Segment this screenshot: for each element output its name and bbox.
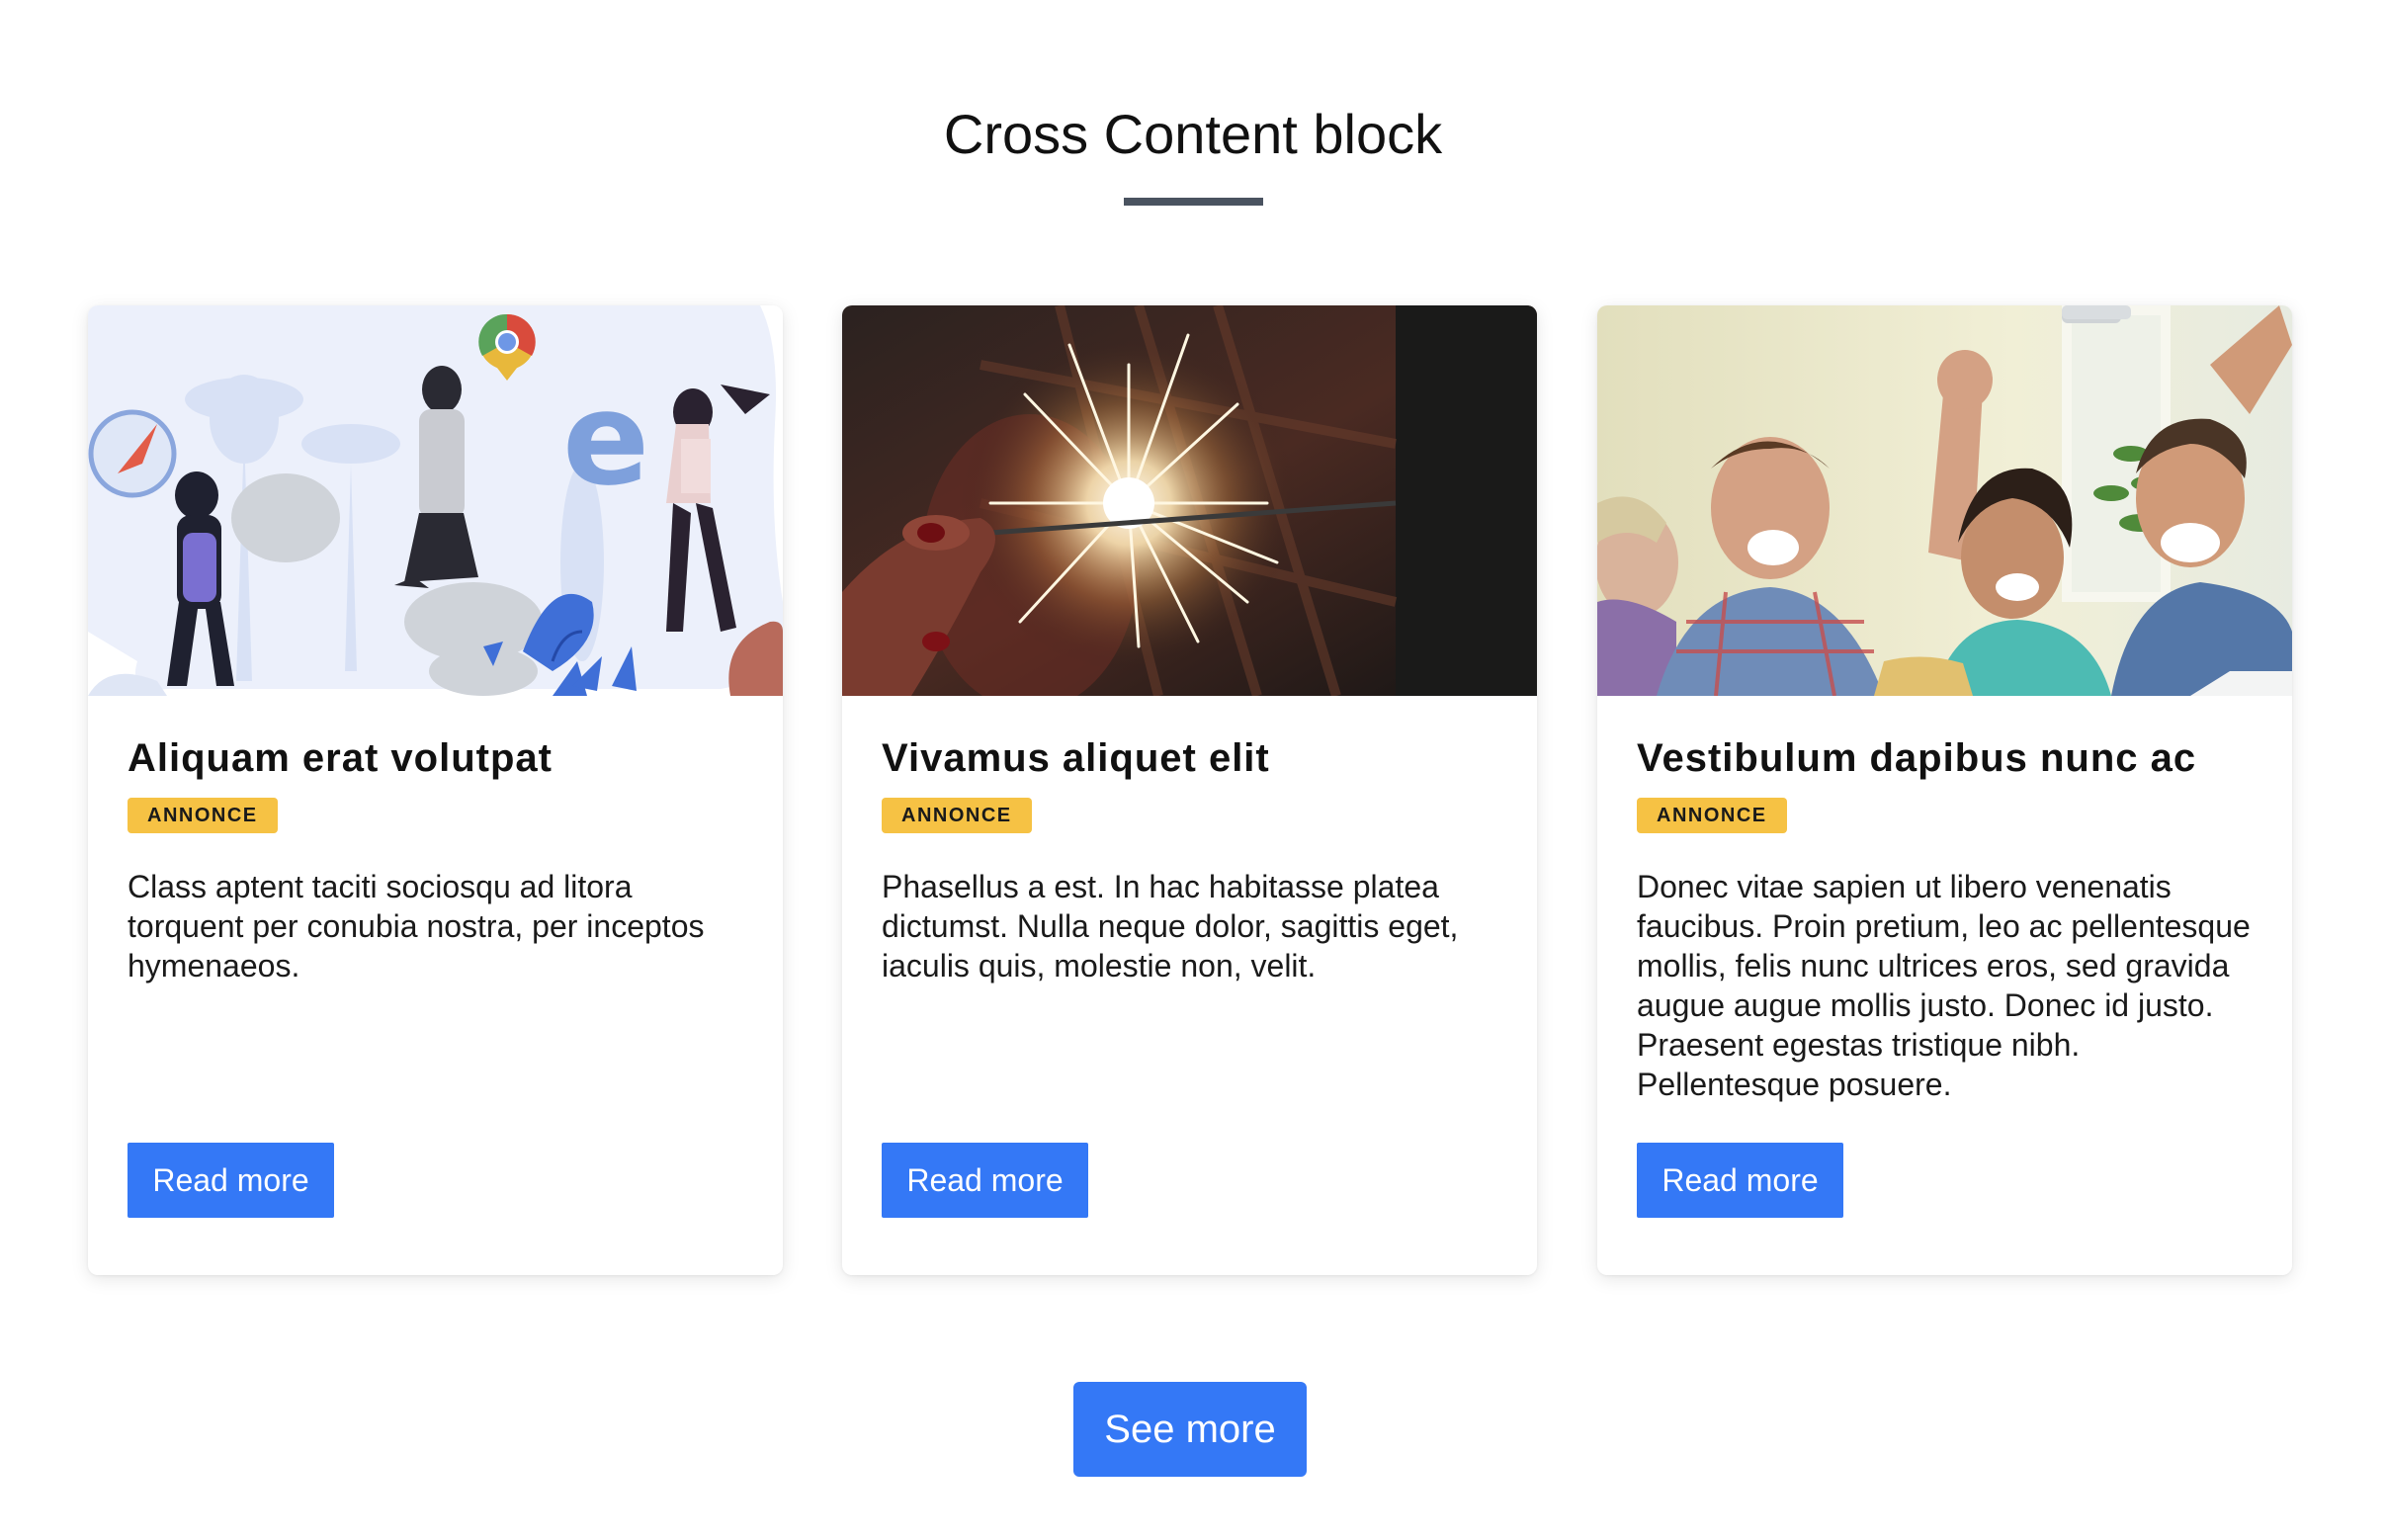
card-title: Aliquam erat volutpat: [128, 736, 553, 780]
read-more-button[interactable]: Read more: [1637, 1143, 1843, 1218]
svg-text:e: e: [562, 364, 649, 514]
read-more-button[interactable]: Read more: [128, 1143, 334, 1218]
see-more-button[interactable]: See more: [1073, 1382, 1307, 1477]
card-badge: ANNONCE: [128, 798, 278, 833]
read-more-button[interactable]: Read more: [882, 1143, 1088, 1218]
card-description: Donec vitae sapien ut libero venenatis f…: [1637, 869, 2251, 1102]
section-title: Cross Content block: [943, 103, 1443, 165]
content-card: Vivamus aliquet elit ANNONCE Phasellus a…: [842, 305, 1537, 1275]
card-description: Phasellus a est. In hac habitasse platea…: [882, 869, 1459, 984]
friends-selfie-photo: [1597, 305, 2292, 696]
card-title: Vivamus aliquet elit: [882, 736, 1270, 780]
title-underline: [1124, 198, 1263, 206]
sparkler-photo: [842, 305, 1537, 696]
browser-illustration-image: e: [88, 305, 783, 696]
card-badge: ANNONCE: [1637, 798, 1787, 833]
card-description: Class aptent taciti sociosqu ad litora t…: [128, 869, 705, 984]
content-card: Vestibulum dapibus nunc ac ANNONCE Donec…: [1597, 305, 2292, 1275]
card-title: Vestibulum dapibus nunc ac: [1637, 736, 2197, 780]
content-card: e Aliquam erat volutpat ANNONCE Class ap…: [88, 305, 783, 1275]
card-badge: ANNONCE: [882, 798, 1032, 833]
